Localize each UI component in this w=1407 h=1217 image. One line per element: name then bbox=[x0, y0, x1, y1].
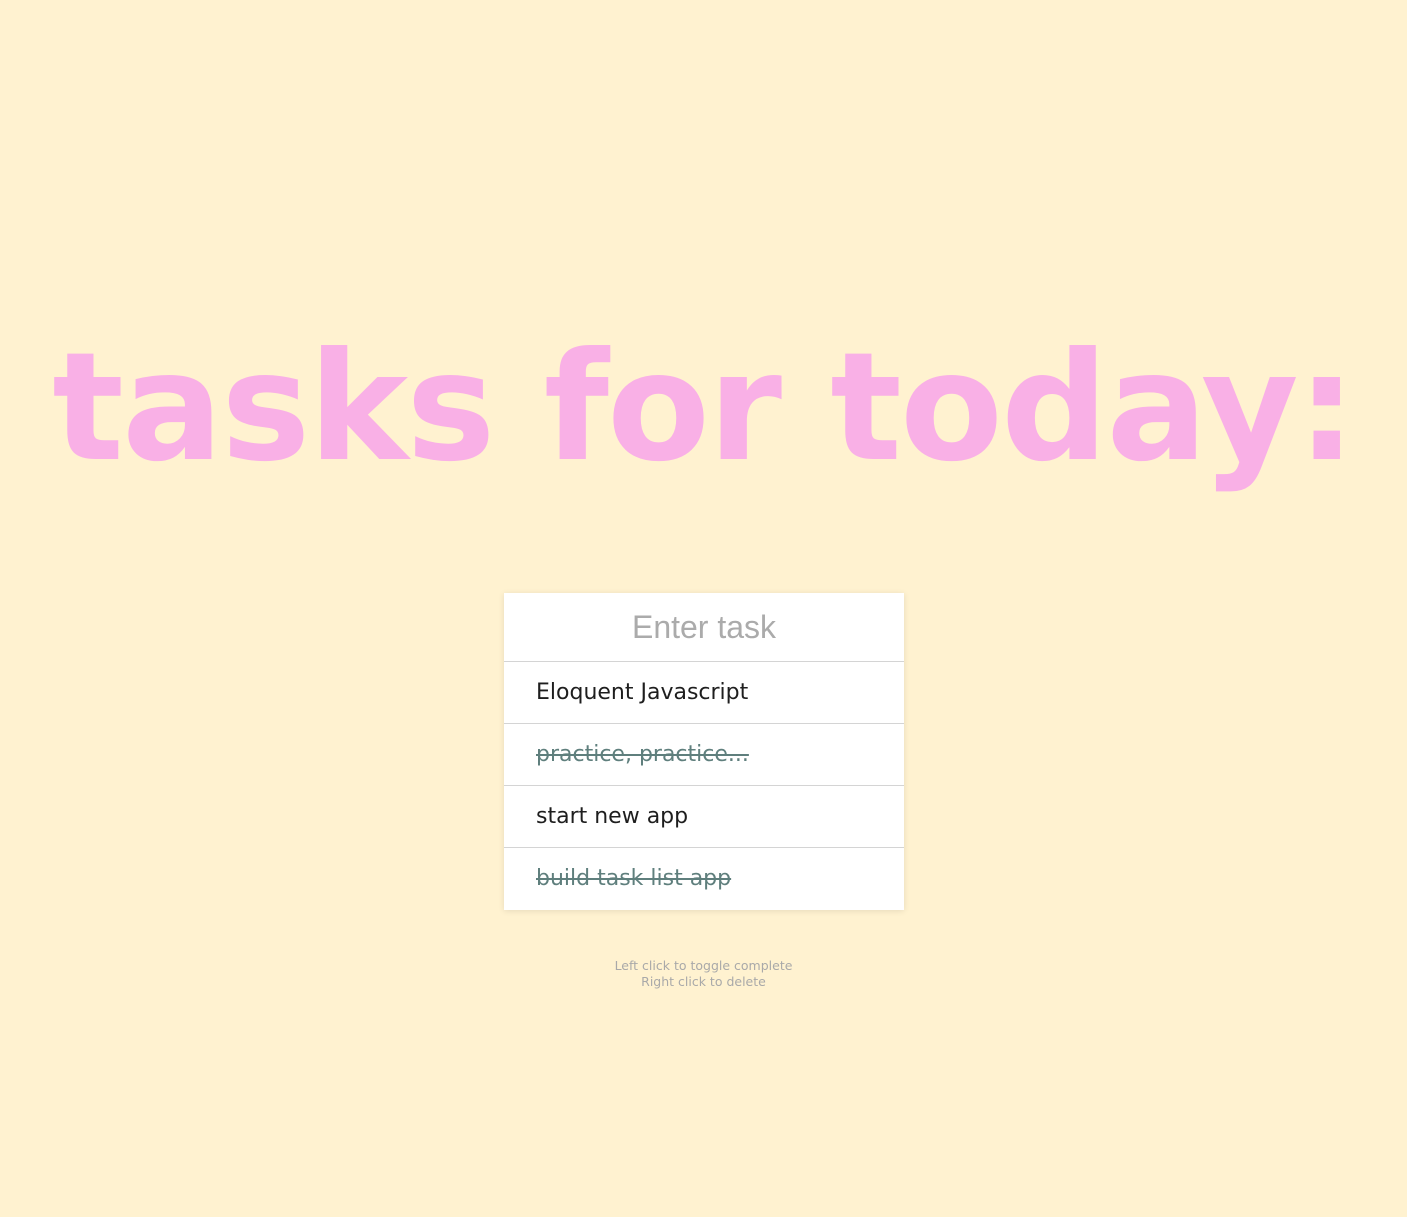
task-item[interactable]: start new app bbox=[504, 786, 904, 848]
task-item[interactable]: Eloquent Javascript bbox=[504, 662, 904, 724]
hint-delete: Right click to delete bbox=[641, 974, 766, 989]
hint-toggle-complete: Left click to toggle complete bbox=[614, 958, 793, 973]
usage-hint: Left click to toggle complete Right clic… bbox=[0, 958, 1407, 990]
task-item[interactable]: practice, practice... bbox=[504, 724, 904, 786]
task-list: Eloquent Javascript practice, practice..… bbox=[504, 662, 904, 910]
page-title: tasks for today: bbox=[52, 321, 1356, 495]
task-input[interactable] bbox=[504, 593, 904, 662]
task-item[interactable]: build task list app bbox=[504, 848, 904, 910]
task-card: Eloquent Javascript practice, practice..… bbox=[504, 593, 904, 910]
